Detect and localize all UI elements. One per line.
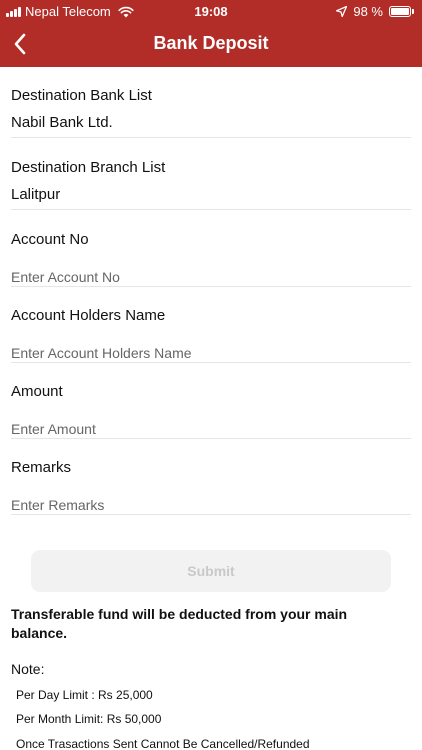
deduction-notice: Transferable fund will be deducted from … [11, 606, 348, 641]
destination-branch-label: Destination Branch List [11, 159, 166, 176]
amount-input[interactable] [11, 418, 411, 440]
account-no-label: Account No [11, 231, 89, 248]
remarks-label: Remarks [11, 459, 72, 476]
battery-icon [389, 6, 414, 17]
account-holder-label: Account Holders Name [11, 307, 166, 324]
destination-bank-value[interactable]: Nabil Bank Ltd. [11, 114, 113, 132]
note-line-month-limit: Per Month Limit: Rs 50,000 [16, 712, 162, 726]
field-divider [11, 209, 411, 210]
field-divider [11, 514, 411, 515]
header: Nepal Telecom 19:08 98 % Bank Deposit [0, 0, 422, 67]
submit-button[interactable]: Submit [31, 550, 391, 592]
status-bar: Nepal Telecom 19:08 98 % [0, 0, 422, 24]
nav-bar: Bank Deposit [0, 24, 422, 67]
page-title: Bank Deposit [153, 33, 269, 53]
destination-bank-label: Destination Bank List [11, 87, 152, 104]
bank-deposit-screen: Nepal Telecom 19:08 98 % Bank Deposit De… [0, 0, 422, 750]
note-title: Note: [11, 661, 45, 677]
destination-branch-value[interactable]: Lalitpur [11, 186, 60, 204]
field-divider [11, 362, 411, 363]
amount-label: Amount [11, 383, 63, 400]
field-divider [11, 137, 411, 138]
field-divider [11, 438, 411, 439]
note-line-no-refund: Once Trasactions Sent Cannot Be Cancelle… [16, 737, 310, 750]
location-arrow-icon [336, 6, 348, 17]
note-line-day-limit: Per Day Limit : Rs 25,000 [16, 688, 153, 702]
remarks-input[interactable] [11, 494, 411, 516]
status-right: 98 % [336, 4, 414, 19]
account-no-input[interactable] [11, 266, 411, 288]
battery-percent: 98 % [353, 4, 383, 19]
account-holder-input[interactable] [11, 342, 411, 364]
field-divider [11, 286, 411, 287]
